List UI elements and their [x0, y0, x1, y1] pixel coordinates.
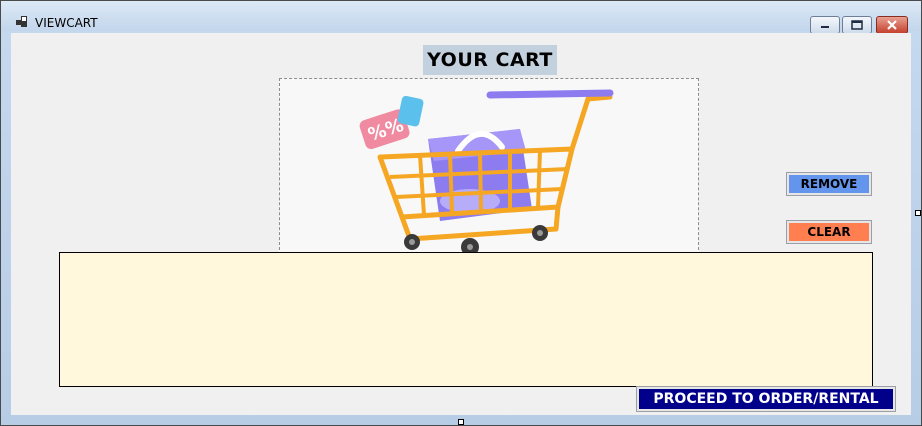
close-icon: [887, 20, 897, 30]
viewcart-window: VIEWCART YOUR CART % % REMOVE CLEAR PROC…: [0, 0, 922, 426]
clear-button[interactable]: CLEAR: [786, 220, 872, 244]
cart-picture-box: % %: [279, 78, 699, 255]
remove-button[interactable]: REMOVE: [786, 172, 872, 196]
resize-handle-bottom[interactable]: [458, 419, 464, 425]
maximize-icon: [851, 20, 863, 30]
form-client-area: YOUR CART % % REMOVE CLEAR PROCEED TO OR…: [11, 33, 911, 415]
shopping-cart-icon: % %: [359, 89, 614, 254]
close-button[interactable]: [876, 16, 908, 34]
resize-handle-right[interactable]: [915, 210, 921, 216]
minimize-icon: [821, 26, 829, 28]
app-icon: [16, 16, 27, 27]
minimize-button[interactable]: [810, 16, 840, 34]
proceed-to-order-button[interactable]: PROCEED TO ORDER/RENTAL: [636, 386, 896, 412]
page-title: YOUR CART: [423, 45, 557, 75]
cart-items-grid[interactable]: [59, 252, 873, 387]
window-title: VIEWCART: [35, 16, 98, 30]
title-bar[interactable]: VIEWCART: [1, 1, 921, 34]
maximize-button[interactable]: [842, 16, 872, 34]
